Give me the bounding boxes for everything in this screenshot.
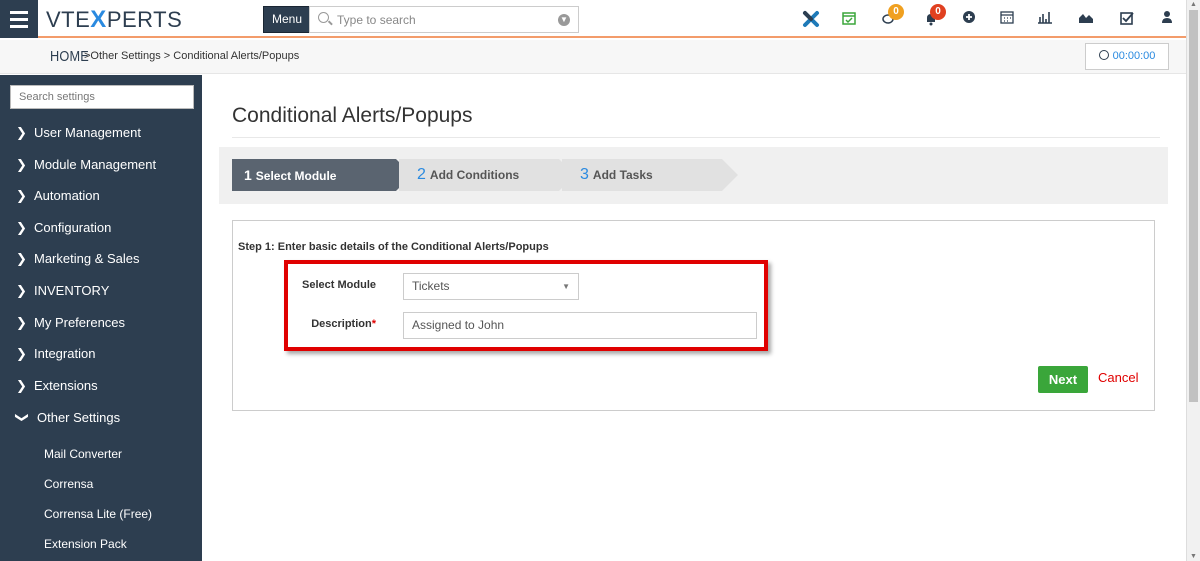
chevron-right-icon: ❯ [16,251,27,266]
sidebar-subitem-corrensa-lite[interactable]: Corrensa Lite (Free) [44,507,152,521]
sidebar-item-automation[interactable]: ❯ Automation [16,188,100,204]
plus-circle-icon[interactable] [960,10,978,28]
step-select-module[interactable]: 1 Select Module [232,159,412,191]
highlight-annotation-box [284,260,768,351]
sidebar-item-my-preferences[interactable]: ❯ My Preferences [16,315,125,331]
chevron-right-icon: ❯ [16,283,27,298]
calendar-check-icon[interactable] [840,10,858,28]
chevron-right-icon: ❯ [16,220,27,235]
scrollbar-thumb[interactable] [1189,10,1198,402]
chevron-right-icon: ❯ [16,188,27,203]
hamburger-menu-icon[interactable] [0,0,38,38]
global-search-input[interactable]: Type to search ▼ [309,6,579,33]
wizard-steps: 1 Select Module 2 Add Conditions 3 Add Task… [219,147,1168,204]
sidebar-item-user-management[interactable]: ❯ User Management [16,125,141,141]
sidebar-subitem-mail-converter[interactable]: Mail Converter [44,447,122,461]
sidebar-item-extensions[interactable]: ❯ Extensions [16,378,98,394]
chat-badge: 0 [888,4,904,20]
chat-icon[interactable]: 0 [880,4,904,28]
settings-search-input[interactable]: Search settings [10,85,194,109]
cancel-link[interactable]: Cancel [1098,370,1138,385]
sidebar-subitem-extension-pack[interactable]: Extension Pack [44,537,127,551]
step-add-conditions[interactable]: 2 Add Conditions [399,159,575,191]
checkbox-icon[interactable] [1118,10,1136,28]
page-title: Conditional Alerts/Popups [232,104,473,127]
breadcrumb-path[interactable]: >Other Settings > Conditional Alerts/Pop… [84,50,299,62]
scroll-down-arrow-icon[interactable]: ▼ [1190,553,1197,560]
sidebar-item-configuration[interactable]: ❯ Configuration [16,220,111,236]
settings-sidebar: Search settings ❯ User Management ❯ Module… [0,75,202,561]
step-heading: Step 1: Enter basic details of the Condi… [238,241,549,253]
bell-badge: 0 [930,4,946,20]
chevron-down-icon: ❯ [15,412,30,423]
divider [232,137,1160,138]
user-icon[interactable] [1158,10,1176,28]
chevron-right-icon: ❯ [16,157,27,172]
search-icon [318,12,329,23]
chevron-right-icon: ❯ [16,315,27,330]
timer-value: 00:00:00 [1112,50,1156,62]
step-add-tasks[interactable]: 3 Add Tasks [562,159,738,191]
breadcrumb: HOME >Other Settings > Conditional Alert… [0,40,1186,74]
sidebar-subitem-corrensa[interactable]: Corrensa [44,477,93,491]
sidebar-item-marketing-sales[interactable]: ❯ Marketing & Sales [16,251,140,267]
search-placeholder: Type to search [337,13,416,27]
sidebar-item-other-settings[interactable]: ❯ Other Settings [15,410,120,426]
chevron-right-icon: ❯ [16,125,27,140]
vertical-scrollbar[interactable]: ▲ ▼ [1186,0,1200,561]
area-chart-icon[interactable] [1077,10,1095,28]
chevron-right-icon: ❯ [16,378,27,393]
bell-icon[interactable]: 0 [922,4,946,28]
timer-button[interactable]: 00:00:00 [1085,43,1169,70]
sidebar-item-integration[interactable]: ❯ Integration [16,346,95,362]
chevron-right-icon: ❯ [16,346,27,361]
top-navbar: VTEXPERTS Menu Type to search ▼ 0 0 [0,0,1186,38]
menu-button[interactable]: Menu [263,6,312,33]
calendar-icon[interactable] [998,10,1016,28]
sidebar-item-module-management[interactable]: ❯ Module Management [16,157,156,173]
vtiger-x-icon[interactable] [802,10,820,28]
clock-icon [1098,50,1109,60]
scroll-up-arrow-icon[interactable]: ▲ [1190,1,1197,8]
sidebar-item-inventory[interactable]: ❯ INVENTORY [16,283,109,299]
app-logo[interactable]: VTEXPERTS [46,7,182,33]
chevron-down-icon[interactable]: ▼ [558,14,570,26]
bar-chart-icon[interactable] [1036,10,1054,28]
next-button[interactable]: Next [1038,366,1088,393]
